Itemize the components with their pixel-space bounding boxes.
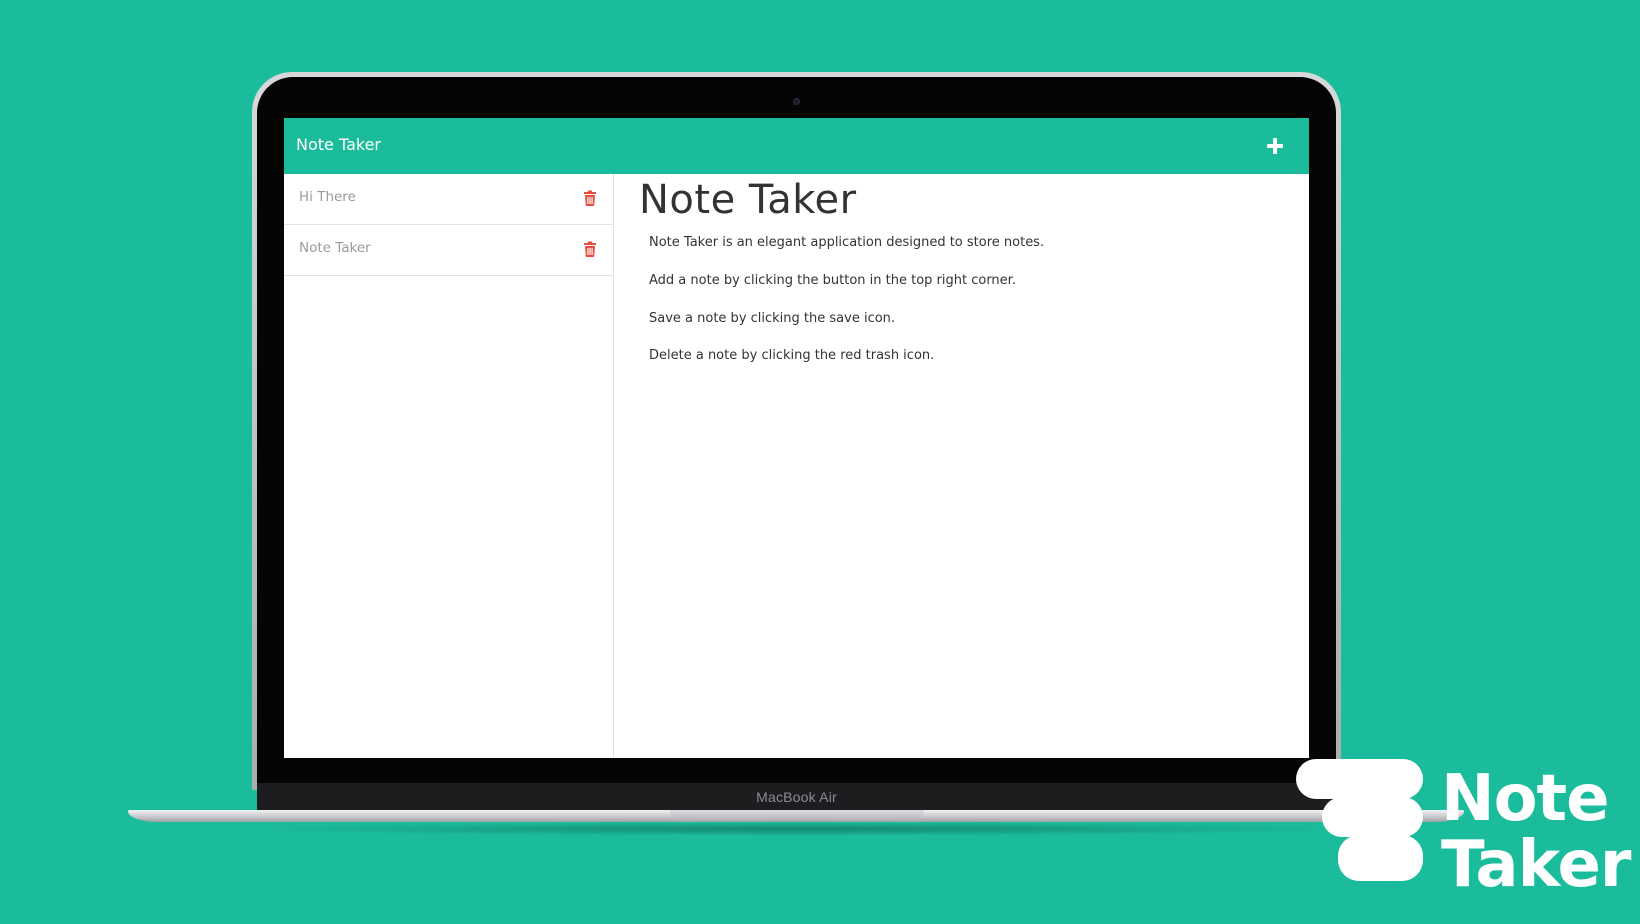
app-screen: Note Taker Hi There Note Taker Note Take… <box>284 118 1309 758</box>
note-view-line: Delete a note by clicking the red trash … <box>649 348 935 363</box>
device-label: MacBook Air <box>756 789 837 805</box>
logo-bar <box>1322 797 1423 837</box>
note-view-title: Note Taker <box>639 177 857 223</box>
note-title[interactable]: Hi There <box>299 189 356 205</box>
note-taker-logo: Note Taker <box>1296 755 1636 905</box>
logo-bar <box>1338 835 1423 881</box>
laptop-shadow <box>240 822 1360 836</box>
logo-word-taker: Taker <box>1441 828 1631 902</box>
note-view-line: Note Taker is an elegant application des… <box>649 235 1045 250</box>
trash-icon[interactable] <box>583 241 597 257</box>
laptop-base-notch <box>670 810 924 820</box>
note-list: Hi There Note Taker <box>284 174 614 758</box>
note-view: Note Taker Note Taker is an elegant appl… <box>614 174 1309 758</box>
plus-icon[interactable] <box>1261 132 1289 160</box>
trash-icon[interactable] <box>583 190 597 206</box>
logo-word-note: Note <box>1441 762 1610 836</box>
list-item[interactable]: Hi There <box>284 174 613 225</box>
note-view-line: Save a note by clicking the save icon. <box>649 311 896 326</box>
note-title[interactable]: Note Taker <box>299 240 371 256</box>
logo-bar <box>1296 759 1423 799</box>
list-item[interactable]: Note Taker <box>284 225 613 276</box>
camera-icon <box>793 98 800 105</box>
navbar: Note Taker <box>284 118 1309 174</box>
nav-title[interactable]: Note Taker <box>296 135 381 154</box>
laptop-chin: MacBook Air <box>257 783 1336 811</box>
note-view-line: Add a note by clicking the button in the… <box>649 273 1016 288</box>
